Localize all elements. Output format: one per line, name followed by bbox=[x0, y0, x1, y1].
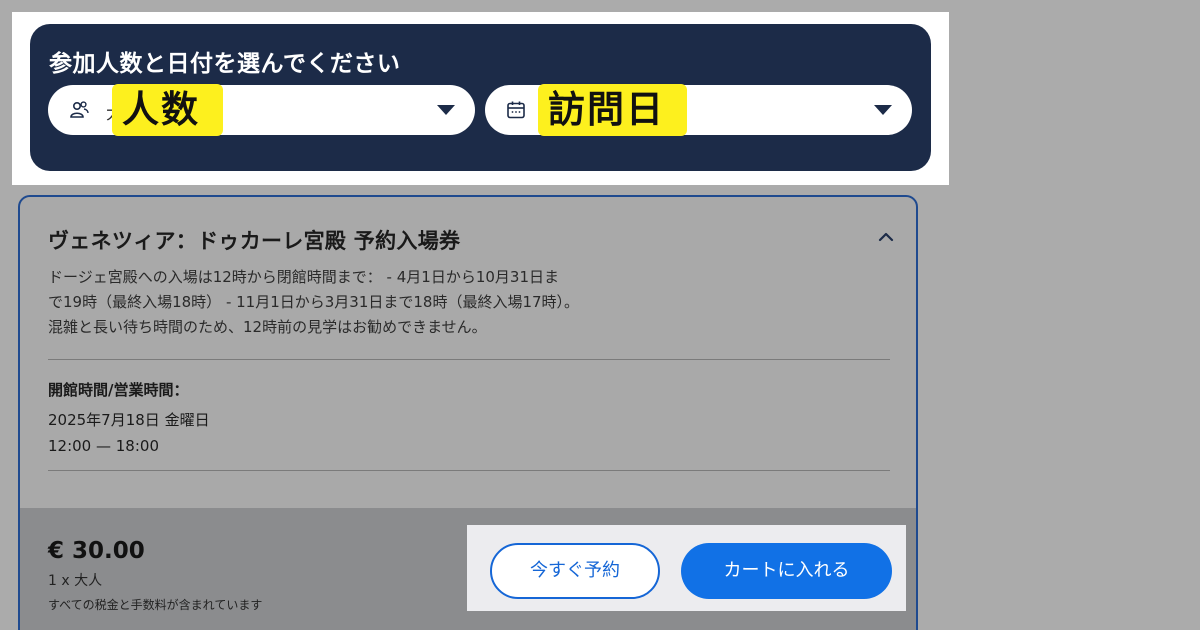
chevron-up-icon[interactable] bbox=[878, 229, 894, 245]
add-to-cart-button[interactable]: カートに入れる bbox=[681, 543, 892, 599]
description-line: 混雑と長い待ち時間のため、12時前の見学はお勧めできません。 bbox=[48, 318, 487, 336]
price: € 30.00 bbox=[48, 538, 145, 564]
quantity-summary: 1 x 大人 bbox=[48, 573, 103, 589]
description-line: で19時（最終入場18時） - 11月1日から3月31日まで18時（最終入場17… bbox=[48, 293, 580, 311]
product-description: ドージェ宮殿への入場は12時から閉館時間まで： - 4月1日から10月31日ま … bbox=[48, 265, 648, 340]
people-icon bbox=[70, 101, 89, 118]
divider bbox=[48, 359, 890, 360]
product-card: ヴェネツィア：ドゥカーレ宮殿 予約入場券 ドージェ宮殿への入場は12時から閉館時… bbox=[18, 195, 918, 630]
chevron-down-icon bbox=[874, 105, 892, 115]
hours-label: 開館時間/営業時間： bbox=[48, 381, 189, 399]
people-highlight-label: 人数 bbox=[112, 84, 223, 136]
hours-date: 2025年7月18日 金曜日 bbox=[48, 411, 210, 429]
buttons-highlight-frame: 今すぐ予約 カートに入れる bbox=[467, 525, 906, 611]
calendar-icon bbox=[507, 101, 525, 119]
divider bbox=[48, 470, 890, 471]
tax-note: すべての税金と手数料が含まれています bbox=[48, 598, 263, 612]
description-line: ドージェ宮殿への入場は12時から閉館時間まで： - 4月1日から10月31日ま bbox=[48, 268, 559, 286]
filter-title: 参加人数と日付を選んでください bbox=[49, 51, 401, 77]
chevron-down-icon bbox=[437, 105, 455, 115]
date-highlight-label: 訪問日 bbox=[538, 84, 687, 136]
book-now-button[interactable]: 今すぐ予約 bbox=[490, 543, 660, 599]
product-title: ヴェネツィア：ドゥカーレ宮殿 予約入場券 bbox=[48, 229, 461, 253]
hours-time: 12:00 — 18:00 bbox=[48, 437, 159, 455]
card-footer: € 30.00 1 x 大人 すべての税金と手数料が含まれています 今すぐ予約 … bbox=[20, 508, 916, 630]
